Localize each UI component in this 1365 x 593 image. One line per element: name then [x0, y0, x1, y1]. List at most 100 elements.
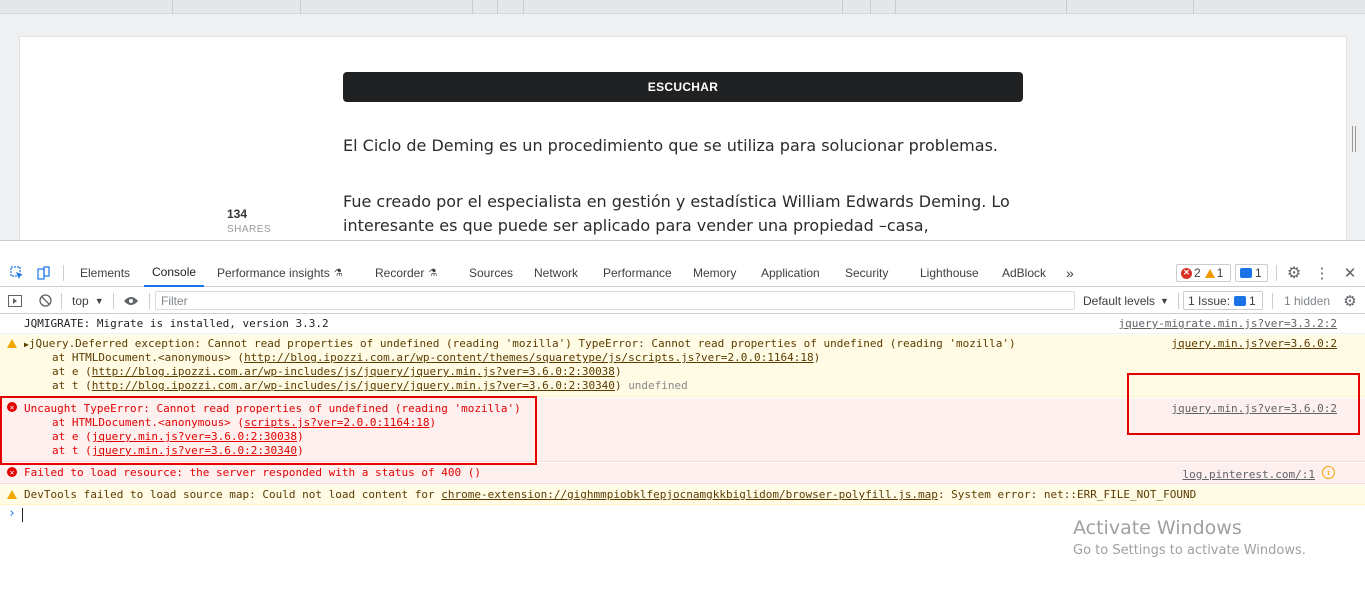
inspect-element-icon[interactable]: [6, 259, 28, 287]
highlight-box-source-link: [1127, 373, 1360, 435]
message-text: JQMIGRATE: Migrate is installed, version…: [24, 317, 329, 330]
stack-frame: at e (http://blog.ipozzi.com.ar/wp-inclu…: [52, 365, 622, 378]
tab-label: Recorder: [375, 266, 425, 280]
activate-windows-subtitle: Go to Settings to activate Windows.: [1073, 543, 1306, 558]
log-levels-dropdown[interactable]: Default levels ▼: [1083, 287, 1169, 314]
error-count: 2: [1194, 266, 1201, 280]
top-strip-divider: [523, 0, 524, 14]
tab-sources[interactable]: Sources: [469, 259, 513, 287]
toolbar-divider: [113, 293, 114, 309]
more-options-icon[interactable]: ⋮: [1312, 259, 1332, 287]
warning-icon: [7, 339, 17, 348]
console-input-caret[interactable]: [22, 508, 23, 522]
warning-message: jQuery.Deferred exception: Cannot read p…: [28, 337, 1016, 350]
top-strip-divider: [842, 0, 843, 14]
listen-button[interactable]: ESCUCHAR: [343, 72, 1023, 102]
error-icon: ✕: [7, 467, 17, 477]
page-scrollbar-thumb[interactable]: [1352, 126, 1356, 152]
more-tabs-chevron-icon[interactable]: »: [1066, 259, 1074, 287]
error-warning-counter[interactable]: ✕ 2 1: [1176, 264, 1231, 282]
sidebar-toggle-icon[interactable]: [6, 287, 24, 314]
settings-gear-icon[interactable]: ⚙: [1284, 259, 1304, 287]
page-top-strip: [0, 0, 1365, 14]
stack-frame: at t (http://blog.ipozzi.com.ar/wp-inclu…: [52, 379, 688, 392]
context-value: top: [72, 293, 89, 308]
message-count: 1: [1255, 266, 1262, 280]
stack-frame-link[interactable]: http://blog.ipozzi.com.ar/wp-includes/js…: [92, 365, 615, 378]
experiment-flask-icon: ⚗: [333, 267, 343, 279]
console-settings-gear-icon[interactable]: ⚙: [1340, 287, 1360, 314]
toolbar-divider: [1272, 293, 1273, 309]
toolbar-divider: [61, 293, 62, 309]
tab-security[interactable]: Security: [845, 259, 888, 287]
levels-label: Default levels: [1083, 293, 1156, 308]
message-source-link[interactable]: jquery-migrate.min.js?ver=3.3.2:2: [1118, 317, 1337, 330]
message-source-link[interactable]: jquery.min.js?ver=3.6.0:2: [1171, 337, 1337, 350]
tab-network[interactable]: Network: [534, 259, 578, 287]
article-paragraph-line: interesante es que puede ser aplicado pa…: [343, 216, 929, 235]
highlight-box-uncaught-error: [0, 396, 537, 465]
console-filter-bar: top ▼ Filter Default levels ▼ 1 Issue: 1 1…: [0, 287, 1365, 314]
frame-prefix: at HTMLDocument.<anonymous> (: [52, 351, 245, 364]
issues-count: 1: [1249, 293, 1256, 308]
message-text: DevTools failed to load source map: Coul…: [24, 488, 1196, 502]
shares-label: SHARES: [227, 224, 272, 235]
hidden-messages-count: 1 hidden: [1284, 293, 1331, 308]
frame-suffix: undefined: [628, 379, 688, 392]
tab-console[interactable]: Console: [144, 259, 205, 287]
tab-performance-insights[interactable]: Performance insights ⚗: [217, 259, 343, 287]
toolbar-divider: [149, 293, 150, 309]
stack-frame-link[interactable]: http://blog.ipozzi.com.ar/wp-content/the…: [244, 351, 814, 364]
network-request-icon[interactable]: ↕: [1322, 466, 1335, 479]
dropdown-arrow-icon: ▼: [94, 295, 104, 306]
top-strip-divider: [1193, 0, 1194, 14]
shares-count: 134: [227, 207, 248, 221]
article-paragraph-line: Fue creado por el especialista en gestió…: [343, 192, 1010, 211]
filter-input[interactable]: Filter: [155, 291, 1075, 310]
error-icon: ✕: [1181, 267, 1192, 279]
source-map-link[interactable]: chrome-extension://gighmmpiobklfepjocnam…: [441, 488, 938, 501]
messages-counter[interactable]: 1: [1235, 264, 1268, 282]
frame-prefix: at t (: [52, 379, 92, 392]
console-message-warning: DevTools failed to load source map: Coul…: [0, 485, 1365, 505]
context-selector[interactable]: top ▼: [72, 287, 104, 314]
article-paragraph: El Ciclo de Deming es un procedimiento q…: [343, 136, 998, 155]
tab-lighthouse[interactable]: Lighthouse: [920, 259, 979, 287]
toolbar-divider: [1178, 293, 1179, 309]
message-suffix: : System error: net::ERR_FILE_NOT_FOUND: [937, 488, 1197, 501]
top-strip-divider: [1066, 0, 1067, 14]
console-message-info: JQMIGRATE: Migrate is installed, version…: [0, 314, 1365, 334]
message-source-link[interactable]: log.pinterest.com/:1: [1183, 468, 1315, 481]
live-expression-eye-icon[interactable]: [120, 287, 142, 314]
stack-frame-link[interactable]: http://blog.ipozzi.com.ar/wp-includes/js…: [92, 379, 615, 392]
toolbar-divider: [63, 265, 64, 281]
warning-icon: [1204, 268, 1215, 278]
message-icon: [1240, 268, 1252, 278]
frame-prefix: at e (: [52, 365, 92, 378]
toolbar-divider: [1276, 265, 1277, 281]
issues-button[interactable]: 1 Issue: 1: [1183, 291, 1263, 310]
web-page-viewport: ESCUCHAR El Ciclo de Deming es un proced…: [0, 0, 1365, 240]
error-message: Failed to load resource: the server resp…: [24, 466, 481, 479]
issue-icon: [1234, 295, 1247, 306]
tab-elements[interactable]: Elements: [80, 259, 130, 287]
tab-application[interactable]: Application: [761, 259, 820, 287]
top-strip-divider: [472, 0, 473, 14]
clear-console-icon[interactable]: [36, 287, 54, 314]
message-text[interactable]: ▶jQuery.Deferred exception: Cannot read …: [24, 337, 1016, 352]
top-strip-divider: [300, 0, 301, 14]
close-icon[interactable]: ✕: [1340, 259, 1360, 287]
tab-recorder[interactable]: Recorder ⚗: [375, 259, 437, 287]
tab-memory[interactable]: Memory: [693, 259, 736, 287]
warning-icon: [7, 490, 17, 499]
console-message-error: ✕ Failed to load resource: the server re…: [0, 463, 1365, 484]
issues-label: 1 Issue:: [1188, 293, 1231, 308]
tab-label: Performance insights: [217, 266, 330, 280]
tab-adblock[interactable]: AdBlock: [1002, 259, 1046, 287]
device-toolbar-icon[interactable]: [32, 259, 54, 287]
top-strip-divider: [870, 0, 871, 14]
tab-performance[interactable]: Performance: [603, 259, 672, 287]
activate-windows-title: Activate Windows: [1073, 517, 1242, 539]
stack-frame: at HTMLDocument.<anonymous> (http://blog…: [52, 351, 821, 364]
warning-count: 1: [1216, 266, 1224, 280]
